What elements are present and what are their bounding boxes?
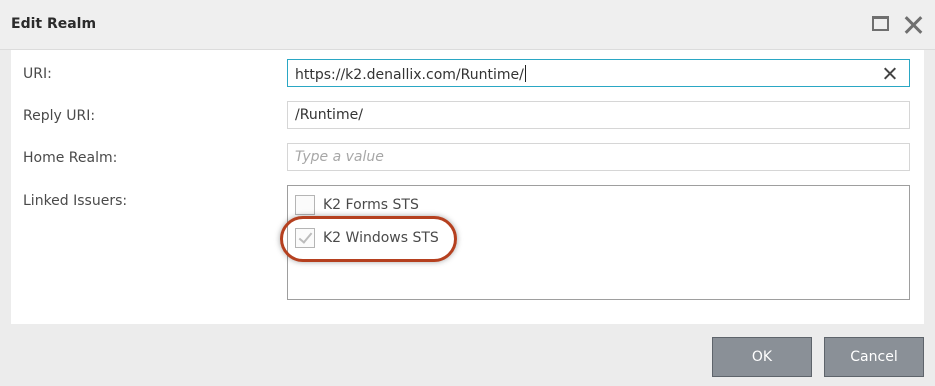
uri-field[interactable]: https://k2.denallix.com/Runtime/ [287,59,910,87]
dialog-titlebar: Edit Realm [0,0,935,50]
form-panel: URI: https://k2.denallix.com/Runtime/ Re… [11,50,924,324]
issuer-label: K2 Windows STS [323,230,439,246]
reply-uri-value[interactable]: /Runtime/ [295,107,363,123]
reply-uri-label: Reply URI: [23,108,96,124]
edit-realm-dialog: Edit Realm URI: https://k2.denallix.com/… [0,0,935,386]
reply-uri-field[interactable]: /Runtime/ [287,101,910,129]
linked-issuers-label: Linked Issuers: [23,193,128,209]
maximize-icon[interactable] [871,14,893,36]
cancel-button[interactable]: Cancel [824,337,924,377]
checkbox-k2-forms-sts[interactable] [295,195,315,215]
linked-issuers-list[interactable]: K2 Forms STS K2 Windows STS [287,185,910,300]
uri-value[interactable]: https://k2.denallix.com/Runtime/ [295,65,526,83]
close-icon[interactable] [903,14,925,36]
issuer-label: K2 Forms STS [323,197,419,213]
home-realm-label: Home Realm: [23,150,118,166]
clear-icon[interactable] [884,67,897,80]
ok-button[interactable]: OK [712,337,812,377]
dialog-title: Edit Realm [11,16,97,32]
home-realm-field[interactable]: Type a value [287,143,910,171]
checkbox-k2-windows-sts[interactable] [295,228,315,248]
home-realm-placeholder[interactable]: Type a value [295,149,384,165]
uri-label: URI: [23,66,52,82]
